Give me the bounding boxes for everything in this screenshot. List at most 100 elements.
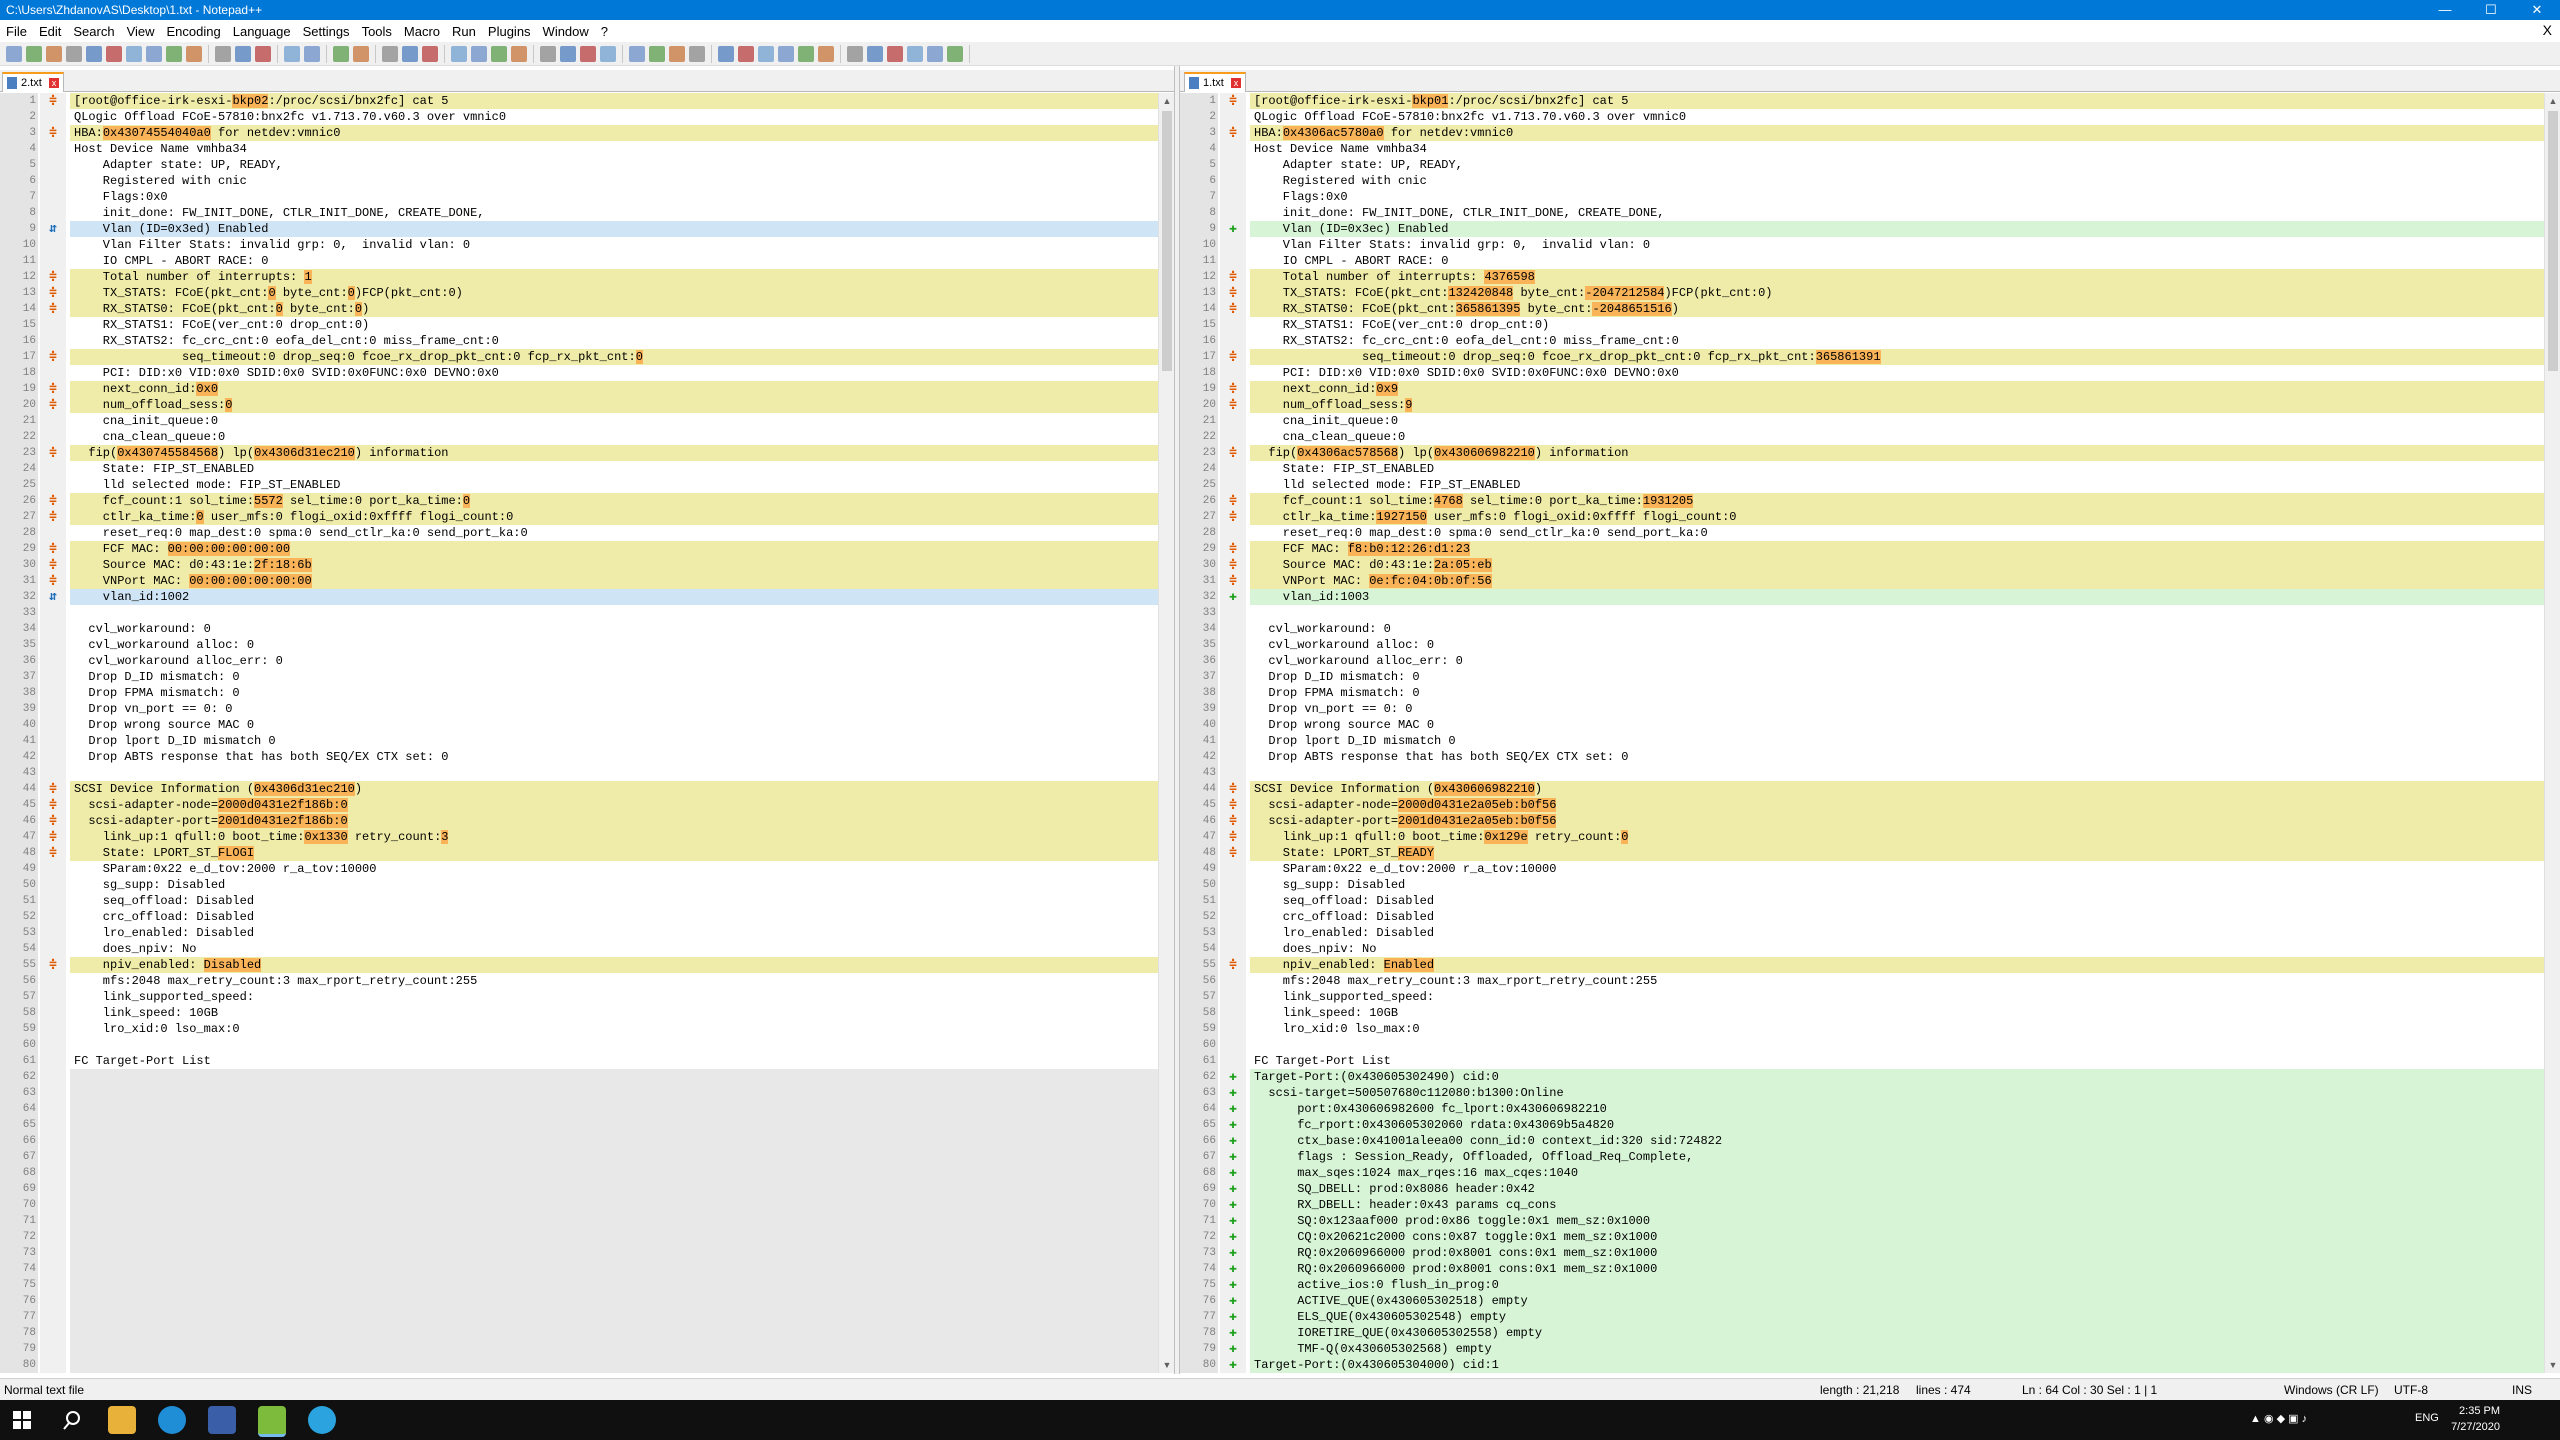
editor-line[interactable]: 27 ≑ ctlr_ka_time:1927150 user_mfs:0 flog… [1180, 509, 2544, 525]
editor-line[interactable]: 72 [0, 1229, 1158, 1245]
editor-line[interactable]: 69 ✚ SQ_DBELL: prod:0x8086 header:0x42 [1180, 1181, 2544, 1197]
menu-edit[interactable]: Edit [33, 24, 67, 39]
editor-line[interactable]: 18 PCI: DID:x0 VID:0x0 SDID:0x0 SVID:0x0… [1180, 365, 2544, 381]
editor-line[interactable]: 47 ≑ link_up:1 qfull:0 boot_time:0x129e r… [1180, 829, 2544, 845]
editor-line[interactable]: 53 lro_enabled: Disabled [1180, 925, 2544, 941]
toolbar-button-icon[interactable] [166, 45, 182, 62]
editor-line[interactable]: 57 link_supported_speed: [0, 989, 1158, 1005]
menu-encoding[interactable]: Encoding [161, 24, 227, 39]
editor-line[interactable]: 6 Registered with cnic [1180, 173, 2544, 189]
editor-line[interactable]: 60 [0, 1037, 1158, 1053]
editor-line[interactable]: 34 cvl_workaround: 0 [0, 621, 1158, 637]
editor-line[interactable]: 65 [0, 1117, 1158, 1133]
editor-line[interactable]: 41 Drop lport D_ID mismatch 0 [0, 733, 1158, 749]
menu-help[interactable]: ? [595, 24, 614, 39]
editor-line[interactable]: 13 ≑ TX_STATS: FCoE(pkt_cnt:0 byte_cnt:0)… [0, 285, 1158, 301]
editor-line[interactable]: 19 ≑ next_conn_id:0x9 [1180, 381, 2544, 397]
scroll-down-icon[interactable]: ▼ [1159, 1357, 1174, 1373]
editor-line[interactable]: 25 lld selected mode: FIP_ST_ENABLED [1180, 477, 2544, 493]
editor-line[interactable]: 31 ≑ VNPort MAC: 00:00:00:00:00:00 [0, 573, 1158, 589]
editor-line[interactable]: 20 ≑ num_offload_sess:0 [0, 397, 1158, 413]
editor-line[interactable]: 10 Vlan Filter Stats: invalid grp: 0, in… [1180, 237, 2544, 253]
editor-line[interactable]: 16 RX_STATS2: fc_crc_cnt:0 eofa_del_cnt:… [0, 333, 1158, 349]
editor-line[interactable]: 76 [0, 1293, 1158, 1309]
editor-line[interactable]: 35 cvl_workaround alloc: 0 [0, 637, 1158, 653]
editor-line[interactable]: 54 does_npiv: No [0, 941, 1158, 957]
editor-line[interactable]: 43 [0, 765, 1158, 781]
menu-plugins[interactable]: Plugins [482, 24, 537, 39]
editor-line[interactable]: 22 cna_clean_queue:0 [1180, 429, 2544, 445]
editor-line[interactable]: 9 ⇵ Vlan (ID=0x3ed) Enabled [0, 221, 1158, 237]
editor-line[interactable]: 15 RX_STATS1: FCoE(ver_cnt:0 drop_cnt:0) [1180, 317, 2544, 333]
editor-line[interactable]: 63 [0, 1085, 1158, 1101]
editor-line[interactable]: 66 ✚ ctx_base:0x41001aleea00 conn_id:0 co… [1180, 1133, 2544, 1149]
editor-line[interactable]: 45 ≑ scsi-adapter-node=2000d0431e2f186b:0 [0, 797, 1158, 813]
editor-line[interactable]: 24 State: FIP_ST_ENABLED [0, 461, 1158, 477]
editor-line[interactable]: 61 FC Target-Port List [0, 1053, 1158, 1069]
editor-line[interactable]: 41 Drop lport D_ID mismatch 0 [1180, 733, 2544, 749]
editor-line[interactable]: 44 ≑ SCSI Device Information (0x4306069822… [1180, 781, 2544, 797]
toolbar-button-icon[interactable] [382, 45, 398, 62]
left-vertical-scrollbar[interactable]: ▲ ▼ [1158, 93, 1174, 1373]
editor-line[interactable]: 75 [0, 1277, 1158, 1293]
toolbar-button-icon[interactable] [402, 45, 418, 62]
scroll-up-icon[interactable]: ▲ [2545, 93, 2560, 109]
editor-line[interactable]: 8 init_done: FW_INIT_DONE, CTLR_INIT_DON… [1180, 205, 2544, 221]
editor-line[interactable]: 79 ✚ TMF-Q(0x430605302568) empty [1180, 1341, 2544, 1357]
toolbar-button-icon[interactable] [304, 45, 320, 62]
editor-line[interactable]: 23 ≑ fip(0x4306ac578568) lp(0x43060698221… [1180, 445, 2544, 461]
toolbar-button-icon[interactable] [738, 45, 754, 62]
editor-line[interactable]: 28 reset_req:0 map_dest:0 spma:0 send_ct… [0, 525, 1158, 541]
editor-line[interactable]: 14 ≑ RX_STATS0: FCoE(pkt_cnt:365861395 by… [1180, 301, 2544, 317]
toolbar-button-icon[interactable] [907, 45, 923, 62]
editor-line[interactable]: 3 ≑ HBA:0x43074554040a0 for netdev:vmnic0 [0, 125, 1158, 141]
toolbar-button-icon[interactable] [758, 45, 774, 62]
scroll-up-icon[interactable]: ▲ [1159, 93, 1174, 109]
editor-line[interactable]: 45 ≑ scsi-adapter-node=2000d0431e2a05eb:b… [1180, 797, 2544, 813]
search-icon[interactable] [58, 1406, 86, 1434]
editor-line[interactable]: 55 ≑ npiv_enabled: Enabled [1180, 957, 2544, 973]
editor-line[interactable]: 44 ≑ SCSI Device Information (0x4306d31ec2… [0, 781, 1158, 797]
toolbar-button-icon[interactable] [26, 45, 42, 62]
editor-line[interactable]: 79 [0, 1341, 1158, 1357]
menu-tools[interactable]: Tools [356, 24, 398, 39]
toolbar-button-icon[interactable] [333, 45, 349, 62]
editor-line[interactable]: 21 cna_init_queue:0 [1180, 413, 2544, 429]
toolbar-button-icon[interactable] [580, 45, 596, 62]
editor-line[interactable]: 59 lro_xid:0 lso_max:0 [1180, 1021, 2544, 1037]
editor-line[interactable]: 49 SParam:0x22 e_d_tov:2000 r_a_tov:1000… [0, 861, 1158, 877]
menu-file[interactable]: File [0, 24, 33, 39]
editor-line[interactable]: 29 ≑ FCF MAC: f8:b0:12:26:d1:23 [1180, 541, 2544, 557]
editor-line[interactable]: 17 ≑ seq_timeout:0 drop_seq:0 fcoe_rx_dro… [0, 349, 1158, 365]
editor-line[interactable]: 57 link_supported_speed: [1180, 989, 2544, 1005]
toolbar-button-icon[interactable] [629, 45, 645, 62]
editor-line[interactable]: 72 ✚ CQ:0x20621c2000 cons:0x87 toggle:0x1… [1180, 1229, 2544, 1245]
editor-line[interactable]: 5 Adapter state: UP, READY, [0, 157, 1158, 173]
editor-line[interactable]: 38 Drop FPMA mismatch: 0 [0, 685, 1158, 701]
editor-line[interactable]: 59 lro_xid:0 lso_max:0 [0, 1021, 1158, 1037]
editor-line[interactable]: 74 [0, 1261, 1158, 1277]
editor-line[interactable]: 7 Flags:0x0 [0, 189, 1158, 205]
scroll-thumb[interactable] [1162, 111, 1172, 371]
editor-line[interactable]: 69 [0, 1181, 1158, 1197]
editor-line[interactable]: 39 Drop vn_port == 0: 0 [1180, 701, 2544, 717]
toolbar-button-icon[interactable] [86, 45, 102, 62]
toolbar-button-icon[interactable] [255, 45, 271, 62]
editor-line[interactable]: 15 RX_STATS1: FCoE(ver_cnt:0 drop_cnt:0) [0, 317, 1158, 333]
editor-line[interactable]: 60 [1180, 1037, 2544, 1053]
toolbar-button-icon[interactable] [126, 45, 142, 62]
editor-line[interactable]: 47 ≑ link_up:1 qfull:0 boot_time:0x1330 r… [0, 829, 1158, 845]
editor-line[interactable]: 33 [1180, 605, 2544, 621]
tab-close-icon[interactable]: x [1231, 78, 1241, 88]
editor-line[interactable]: 49 SParam:0x22 e_d_tov:2000 r_a_tov:1000… [1180, 861, 2544, 877]
menu-view[interactable]: View [121, 24, 161, 39]
editor-line[interactable]: 42 Drop ABTS response that has both SEQ/… [1180, 749, 2544, 765]
editor-line[interactable]: 40 Drop wrong source MAC 0 [1180, 717, 2544, 733]
editor-line[interactable]: 26 ≑ fcf_count:1 sol_time:4768 sel_time:0… [1180, 493, 2544, 509]
close-button[interactable]: ✕ [2514, 0, 2560, 20]
toolbar-button-icon[interactable] [669, 45, 685, 62]
editor-line[interactable]: 48 ≑ State: LPORT_ST_READY [1180, 845, 2544, 861]
editor-line[interactable]: 12 ≑ Total number of interrupts: 1 [0, 269, 1158, 285]
editor-line[interactable]: 52 crc_offload: Disabled [0, 909, 1158, 925]
tab-close-icon[interactable]: x [49, 78, 59, 88]
